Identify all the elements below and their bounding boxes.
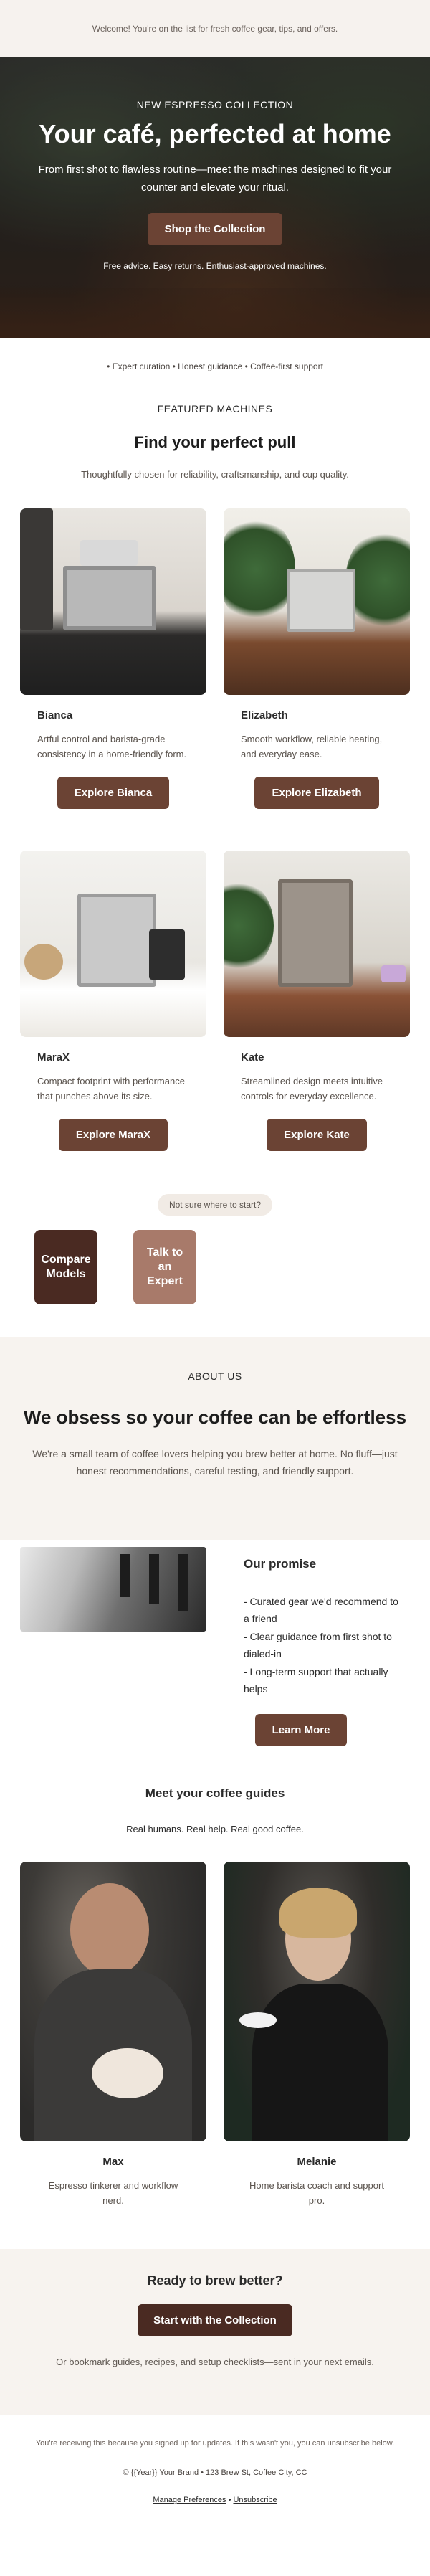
product-row-1: Bianca Artful control and barista-grade …: [0, 508, 430, 809]
cta-note: Or bookmark guides, recipes, and setup c…: [56, 2356, 374, 2367]
preheader-text: Welcome! You're on the list for fresh co…: [92, 24, 338, 34]
guides-grid: Max Espresso tinkerer and workflow nerd.…: [0, 1861, 430, 2209]
promise-section: Our promise - Curated gear we'd recommen…: [0, 1540, 430, 1746]
compare-models-button[interactable]: Compare Models: [34, 1229, 97, 1304]
learn-more-button[interactable]: Learn More: [254, 1713, 348, 1746]
preheader: Welcome! You're on the list for fresh co…: [0, 0, 430, 57]
guide-card-max: Max Espresso tinkerer and workflow nerd.: [20, 1861, 206, 2209]
featured-eyebrow: FEATURED MACHINES: [157, 403, 273, 415]
explore-kate-button[interactable]: Explore Kate: [267, 1118, 367, 1151]
product-name: Bianca: [37, 709, 73, 721]
start-collection-button[interactable]: Start with the Collection: [138, 2303, 292, 2336]
guide-name: Melanie: [297, 2155, 337, 2168]
email-container: Welcome! You're on the list for fresh co…: [0, 0, 430, 2504]
explore-bianca-button[interactable]: Explore Bianca: [57, 776, 170, 809]
product-desc: Smooth workflow, reliable heating, and e…: [241, 734, 383, 760]
product-desc: Artful control and barista-grade consist…: [37, 734, 187, 760]
hero-subtitle: From first shot to flawless routine—meet…: [38, 164, 392, 194]
product-card-elizabeth: Elizabeth Smooth workflow, reliable heat…: [224, 508, 410, 809]
guides-title: Meet your coffee guides: [145, 1786, 285, 1800]
product-card-marax: MaraX Compact footprint with performance…: [20, 850, 206, 1151]
guide-photo-melanie: [224, 1861, 410, 2141]
promise-title: Our promise: [244, 1556, 317, 1571]
guide-photo-max: [20, 1861, 206, 2141]
promise-text: Our promise - Curated gear we'd recommen…: [244, 1547, 401, 1746]
about-section: ABOUT US We obsess so your coffee can be…: [0, 1337, 430, 1540]
explore-elizabeth-button[interactable]: Explore Elizabeth: [254, 776, 379, 809]
footer-reason: You're receiving this because you signed…: [35, 2438, 395, 2448]
product-image-elizabeth: [224, 508, 410, 695]
product-name: MaraX: [37, 1051, 70, 1064]
promise-item: - Long-term support that actually helps: [244, 1665, 388, 1695]
footer: You're receiving this because you signed…: [0, 2415, 430, 2505]
featured-title: Find your perfect pull: [134, 433, 296, 451]
product-name: Elizabeth: [241, 709, 288, 721]
product-image-marax: [20, 850, 206, 1037]
explore-marax-button[interactable]: Explore MaraX: [58, 1118, 168, 1151]
product-name: Kate: [241, 1051, 264, 1064]
promise-item: - Curated gear we'd recommend to a frien…: [244, 1595, 398, 1625]
guide-card-melanie: Melanie Home barista coach and support p…: [224, 1861, 410, 2209]
cta-section: Ready to brew better? Start with the Col…: [0, 2248, 430, 2415]
about-eyebrow: ABOUT US: [188, 1370, 242, 1382]
guide-desc: Home barista coach and support pro.: [249, 2179, 384, 2207]
promise-list: - Curated gear we'd recommend to a frien…: [244, 1593, 401, 1698]
hero-eyebrow: NEW ESPRESSO COLLECTION: [136, 99, 294, 110]
product-row-2: MaraX Compact footprint with performance…: [0, 850, 430, 1151]
hero-note: Free advice. Easy returns. Enthusiast-ap…: [103, 260, 327, 271]
promise-item: - Clear guidance from first shot to dial…: [244, 1630, 392, 1660]
helper-section: Not sure where to start?: [0, 1193, 430, 1216]
guide-desc: Espresso tinkerer and workflow nerd.: [48, 2179, 178, 2207]
cta-title: Ready to brew better?: [147, 2273, 283, 2288]
featured-subtitle: Thoughtfully chosen for reliability, cra…: [81, 469, 349, 480]
footer-address: © {{Year}} Your Brand • 123 Brew St, Cof…: [123, 2468, 307, 2478]
footer-separator: •: [228, 2496, 231, 2505]
trust-text: • Expert curation • Honest guidance • Co…: [107, 361, 323, 371]
product-image-kate: [224, 850, 410, 1037]
guides-header: Meet your coffee guides Real humans. Rea…: [0, 1786, 430, 1834]
trust-bar: • Expert curation • Honest guidance • Co…: [0, 338, 430, 394]
promise-image: [20, 1546, 206, 1632]
talk-to-expert-button[interactable]: Talk to an Expert: [133, 1229, 196, 1304]
guides-subtitle: Real humans. Real help. Real good coffee…: [126, 1823, 304, 1834]
unsubscribe-link[interactable]: Unsubscribe: [233, 2496, 277, 2504]
helper-buttons: Compare Models Talk to an Expert: [0, 1229, 430, 1304]
product-image-bianca: [20, 508, 206, 695]
product-card-bianca: Bianca Artful control and barista-grade …: [20, 508, 206, 809]
manage-preferences-link[interactable]: Manage Preferences: [153, 2496, 226, 2504]
footer-links: Manage Preferences • Unsubscribe: [0, 2496, 430, 2504]
about-body: We're a small team of coffee lovers help…: [32, 1447, 398, 1477]
featured-header: FEATURED MACHINES Find your perfect pull…: [0, 394, 430, 480]
shop-collection-button[interactable]: Shop the Collection: [147, 212, 283, 245]
helper-pill: Not sure where to start?: [157, 1193, 273, 1216]
hero-banner: NEW ESPRESSO COLLECTION Your café, perfe…: [0, 57, 430, 338]
guide-name: Max: [102, 2155, 124, 2168]
product-desc: Streamlined design meets intuitive contr…: [241, 1075, 383, 1102]
product-card-kate: Kate Streamlined design meets intuitive …: [224, 850, 410, 1151]
about-title: We obsess so your coffee can be effortle…: [23, 1406, 407, 1428]
product-desc: Compact footprint with performance that …: [37, 1075, 185, 1102]
hero-title: Your café, perfected at home: [39, 119, 391, 148]
